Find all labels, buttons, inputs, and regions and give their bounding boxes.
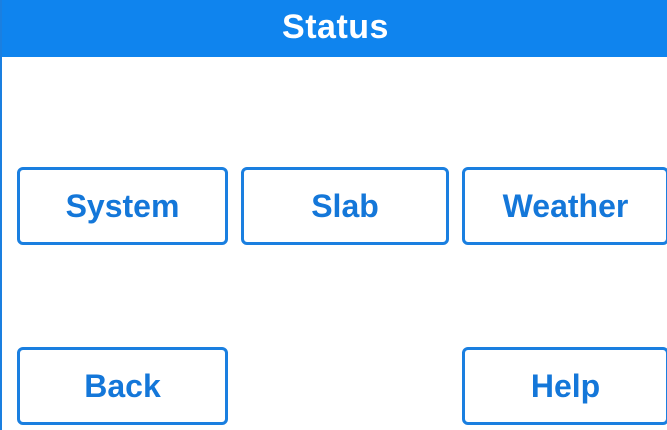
help-button[interactable]: Help [462,347,667,425]
status-screen: Status System Slab Weather Back Help [0,0,667,430]
help-button-label: Help [530,368,601,404]
back-button[interactable]: Back [17,347,228,425]
slab-button[interactable]: Slab [241,167,449,245]
system-button[interactable]: System [17,167,228,245]
weather-button-label: Weather [502,188,629,224]
back-button-label: Back [84,368,161,404]
system-button-label: System [65,188,180,224]
slab-button-label: Slab [311,188,379,224]
header-bar: Status [2,0,667,57]
page-title: Status [282,7,389,46]
weather-button[interactable]: Weather [462,167,667,245]
